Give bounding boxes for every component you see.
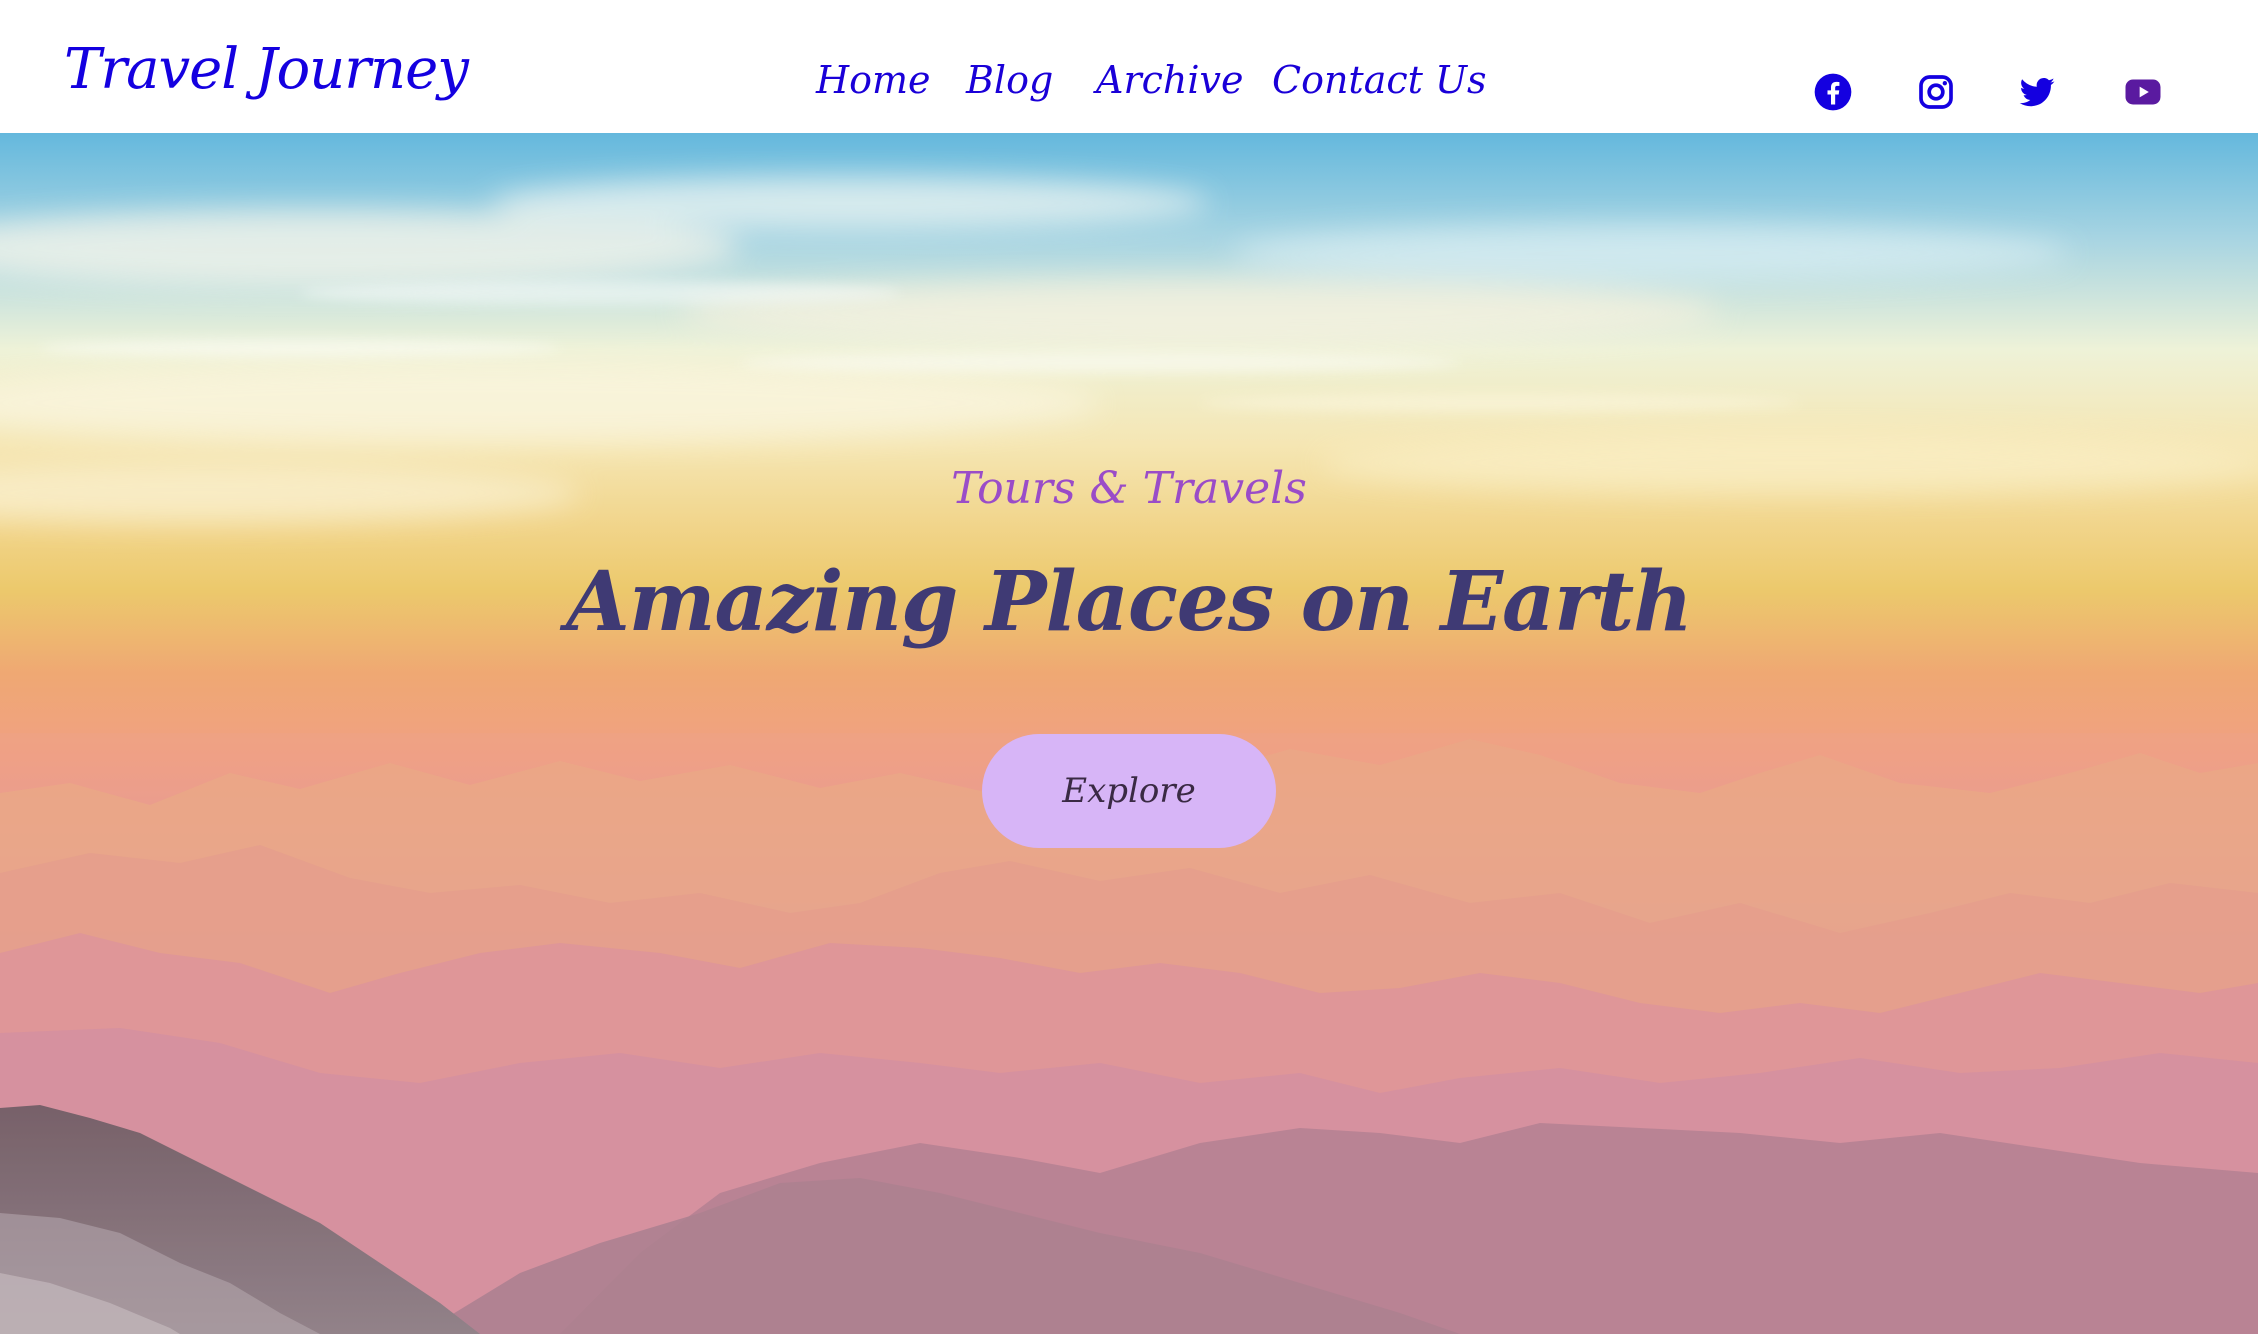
- site-header: Travel Journey Home Blog Archive Contact…: [0, 0, 2258, 133]
- hero-section: Tours & Travels Amazing Places on Earth …: [0, 133, 2258, 1334]
- hero-title: Amazing Places on Earth: [566, 554, 1693, 650]
- facebook-icon[interactable]: [1813, 72, 1853, 112]
- twitter-icon[interactable]: [2017, 72, 2057, 112]
- explore-button[interactable]: Explore: [982, 734, 1276, 848]
- nav-blog-link[interactable]: Blog: [966, 48, 1053, 112]
- hero-subtitle: Tours & Travels: [951, 463, 1307, 514]
- instagram-icon[interactable]: [1916, 72, 1956, 112]
- site-logo[interactable]: Travel Journey: [64, 30, 469, 110]
- youtube-icon[interactable]: [2123, 72, 2163, 112]
- nav-archive-link[interactable]: Archive: [1096, 48, 1243, 112]
- nav-contact-link[interactable]: Contact Us: [1272, 48, 1487, 112]
- nav-home-link[interactable]: Home: [816, 48, 931, 112]
